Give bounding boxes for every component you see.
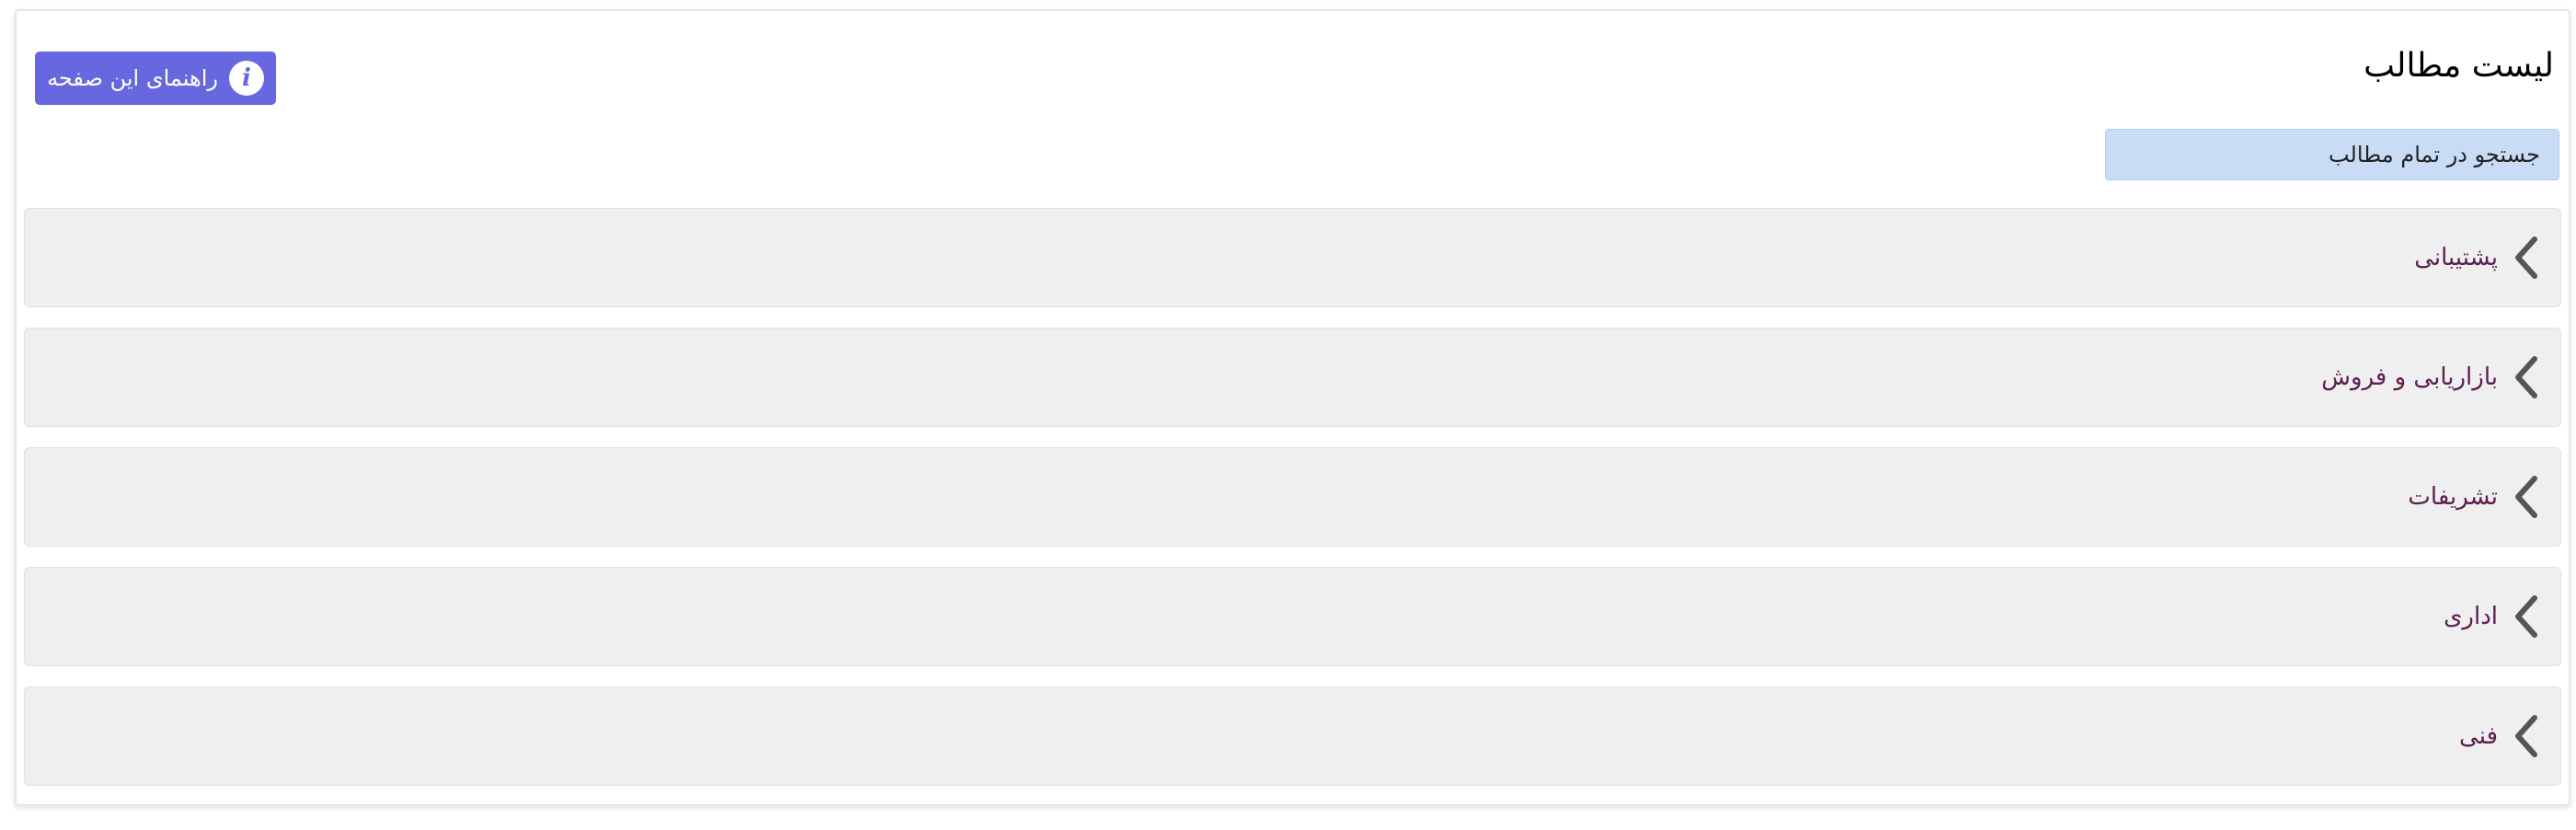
- category-label: تشریفات: [2408, 483, 2498, 511]
- category-item-support[interactable]: پشتیبانی: [24, 208, 2561, 307]
- category-label: فنی: [2459, 722, 2498, 750]
- category-list: پشتیبانی بازاریابی و فروش تشریفات اداری: [24, 208, 2561, 806]
- category-item-ceremonies[interactable]: تشریفات: [24, 447, 2561, 547]
- content-list-card: لیست مطالب i راهنمای این صفحه جستجو در ت…: [15, 9, 2570, 806]
- category-item-technical[interactable]: فنی: [24, 686, 2561, 786]
- category-label: اداری: [2444, 603, 2498, 630]
- category-label: بازاریابی و فروش: [2321, 363, 2498, 391]
- category-item-marketing-sales[interactable]: بازاریابی و فروش: [24, 328, 2561, 427]
- page-help-button[interactable]: i راهنمای این صفحه: [35, 52, 276, 105]
- chevron-left-icon: [2509, 714, 2544, 758]
- help-button-label: راهنمای این صفحه: [47, 65, 218, 91]
- page-title: لیست مطالب: [2363, 47, 2554, 85]
- chevron-left-icon: [2509, 475, 2544, 519]
- category-item-administrative[interactable]: اداری: [24, 567, 2561, 666]
- search-all-content-button[interactable]: جستجو در تمام مطالب: [2105, 129, 2559, 180]
- chevron-left-icon: [2509, 236, 2544, 280]
- info-icon: i: [228, 61, 264, 96]
- chevron-left-icon: [2509, 594, 2544, 639]
- search-label: جستجو در تمام مطالب: [2328, 142, 2540, 167]
- chevron-left-icon: [2509, 355, 2544, 399]
- category-label: پشتیبانی: [2414, 244, 2498, 271]
